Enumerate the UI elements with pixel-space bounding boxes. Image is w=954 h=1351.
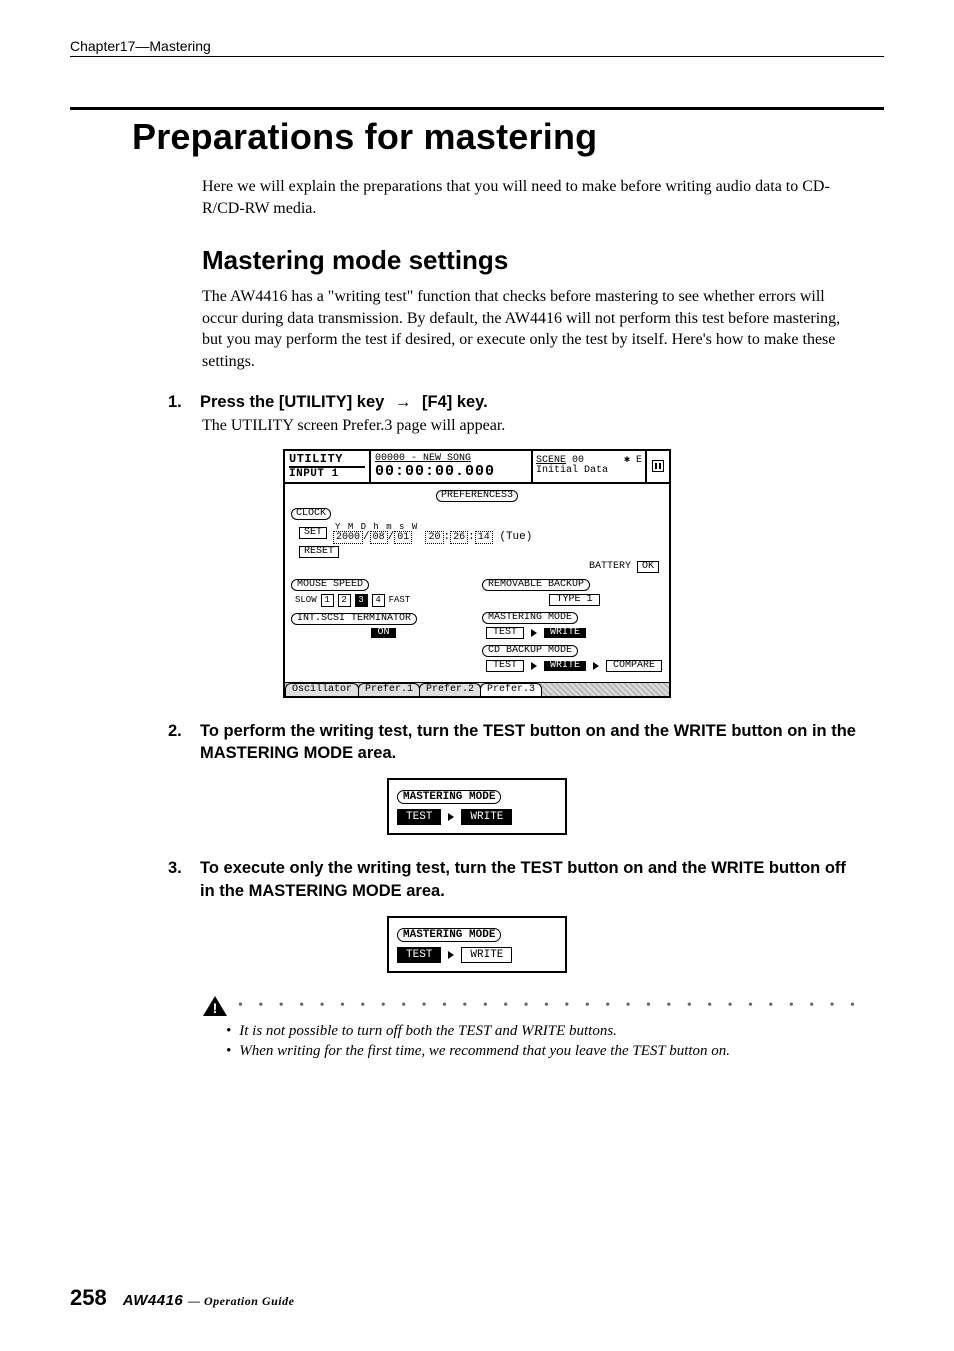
cd-backup-mode-label: CD BACKUP MODE: [482, 645, 578, 657]
arrow-right-icon: [531, 662, 537, 670]
product-prefix: AW: [123, 1292, 148, 1309]
arrow-right-icon: [448, 813, 454, 821]
tab-prefer-1[interactable]: Prefer.1: [358, 683, 420, 696]
step-text-b: [F4] key.: [422, 393, 488, 411]
clock-month[interactable]: 08: [370, 531, 388, 544]
clock-year[interactable]: 2000: [333, 531, 363, 544]
step-1: 1. Press the [UTILITY] key → [F4] key. T…: [168, 391, 864, 435]
arrow-right-icon: [448, 951, 454, 959]
battery-label: BATTERY: [589, 561, 631, 572]
page-footer: 258 AW4416 — Operation Guide: [70, 1285, 884, 1311]
title-rule: [70, 107, 884, 110]
sep: /: [363, 531, 370, 543]
mouse-speed-2[interactable]: 2: [338, 594, 351, 607]
section-body: The AW4416 has a "writing test" function…: [202, 286, 864, 372]
cd-test-button[interactable]: TEST: [486, 660, 524, 672]
guide-label: Operation Guide: [204, 1294, 295, 1308]
intro-paragraph: Here we will explain the preparations th…: [202, 176, 864, 219]
running-header: Chapter17—Mastering: [70, 38, 884, 57]
step-number: 1.: [168, 391, 190, 413]
mouse-speed-4[interactable]: 4: [372, 594, 385, 607]
mouse-slow-label: SLOW: [295, 596, 317, 605]
clock-sec[interactable]: 14: [475, 531, 493, 544]
mastering-mode-label: MASTERING MODE: [482, 612, 578, 624]
clock-group-label: CLOCK: [291, 508, 331, 520]
arrow-right-icon: [593, 662, 599, 670]
step-text: To execute only the writing test, turn t…: [200, 857, 864, 902]
tab-oscillator[interactable]: Oscillator: [285, 683, 359, 696]
clock-hour[interactable]: 20: [425, 531, 443, 544]
write-button-on[interactable]: WRITE: [461, 809, 512, 825]
svg-text:!: !: [213, 1000, 218, 1016]
mastering-write-button[interactable]: WRITE: [544, 628, 586, 638]
mastering-mode-label: MASTERING MODE: [397, 928, 501, 942]
product-number: 4416: [148, 1292, 183, 1309]
backup-label: REMOVABLE BACKUP: [482, 579, 590, 591]
mastering-mode-label: MASTERING MODE: [397, 790, 501, 804]
step-text: To perform the writing test, turn the TE…: [200, 720, 864, 765]
sep: :: [468, 531, 475, 543]
mouse-speed-1[interactable]: 1: [321, 594, 334, 607]
clock-day[interactable]: 01: [394, 531, 412, 544]
lcd-e-marker: E: [636, 455, 642, 466]
clock-set-button[interactable]: SET: [299, 527, 327, 539]
step-text-a: Press the [UTILITY] key: [200, 393, 384, 411]
lcd-utility-label: UTILITY: [289, 453, 365, 468]
warning-block: ! • • • • • • • • • • • • • • • • • • • …: [202, 995, 864, 1062]
step-2: 2. To perform the writing test, turn the…: [168, 720, 864, 765]
warning-item: When writing for the first time, we reco…: [226, 1041, 864, 1061]
terminator-on-button[interactable]: ON: [371, 628, 395, 638]
lcd-input-label: INPUT 1: [289, 469, 365, 480]
lcd-counter: 00:00:00.000: [375, 464, 527, 479]
product-name: AW4416 — Operation Guide: [123, 1292, 295, 1309]
warning-icon: !: [202, 995, 228, 1017]
tab-prefer-3[interactable]: Prefer.3: [480, 683, 542, 696]
step-number: 3.: [168, 857, 190, 902]
lcd-screen: UTILITY INPUT 1 00000 - NEW SONG 00:00:0…: [283, 449, 671, 698]
clock-reset-button[interactable]: RESET: [299, 546, 339, 558]
preferences-label: PREFERENCES3: [436, 490, 518, 502]
page-title: Preparations for mastering: [132, 116, 884, 158]
warning-dots: • • • • • • • • • • • • • • • • • • • • …: [238, 999, 864, 1013]
terminator-label: INT.SCSI TERMINATOR: [291, 613, 417, 625]
guide-sep: —: [188, 1294, 201, 1308]
cd-compare-button[interactable]: COMPARE: [606, 660, 662, 672]
step-subtext: The UTILITY screen Prefer.3 page will ap…: [202, 417, 864, 435]
test-button-on[interactable]: TEST: [397, 809, 441, 825]
write-button-off[interactable]: WRITE: [461, 947, 512, 963]
figure-mastering-mode-both-on: MASTERING MODE TEST WRITE: [70, 778, 884, 835]
section-heading: Mastering mode settings: [202, 245, 884, 276]
lcd-pause-cell: [647, 451, 669, 482]
step-number: 2.: [168, 720, 190, 765]
mouse-fast-label: FAST: [389, 596, 411, 605]
page-number: 258: [70, 1285, 107, 1311]
mastering-test-button[interactable]: TEST: [486, 627, 524, 639]
arrow-right-icon: [531, 629, 537, 637]
backup-type-button[interactable]: TYPE 1: [549, 594, 599, 606]
battery-status: OK: [637, 561, 659, 573]
step-text: Press the [UTILITY] key → [F4] key.: [200, 391, 488, 413]
lcd-scene-name: Initial Data: [536, 466, 642, 476]
mouse-speed-3[interactable]: 3: [355, 594, 368, 607]
figure-mastering-mode-test-only: MASTERING MODE TEST WRITE: [70, 916, 884, 973]
arrow-icon: →: [395, 391, 412, 413]
test-button-on[interactable]: TEST: [397, 947, 441, 963]
tab-prefer-2[interactable]: Prefer.2: [419, 683, 481, 696]
pause-icon: [652, 460, 664, 472]
cd-write-button[interactable]: WRITE: [544, 661, 586, 671]
clock-dow: (Tue): [499, 531, 532, 543]
clock-min[interactable]: 26: [450, 531, 468, 544]
mouse-speed-label: MOUSE SPEED: [291, 579, 369, 591]
figure-utility-screen: UTILITY INPUT 1 00000 - NEW SONG 00:00:0…: [70, 449, 884, 698]
warning-item: It is not possible to turn off both the …: [226, 1021, 864, 1041]
step-3: 3. To execute only the writing test, tur…: [168, 857, 864, 902]
